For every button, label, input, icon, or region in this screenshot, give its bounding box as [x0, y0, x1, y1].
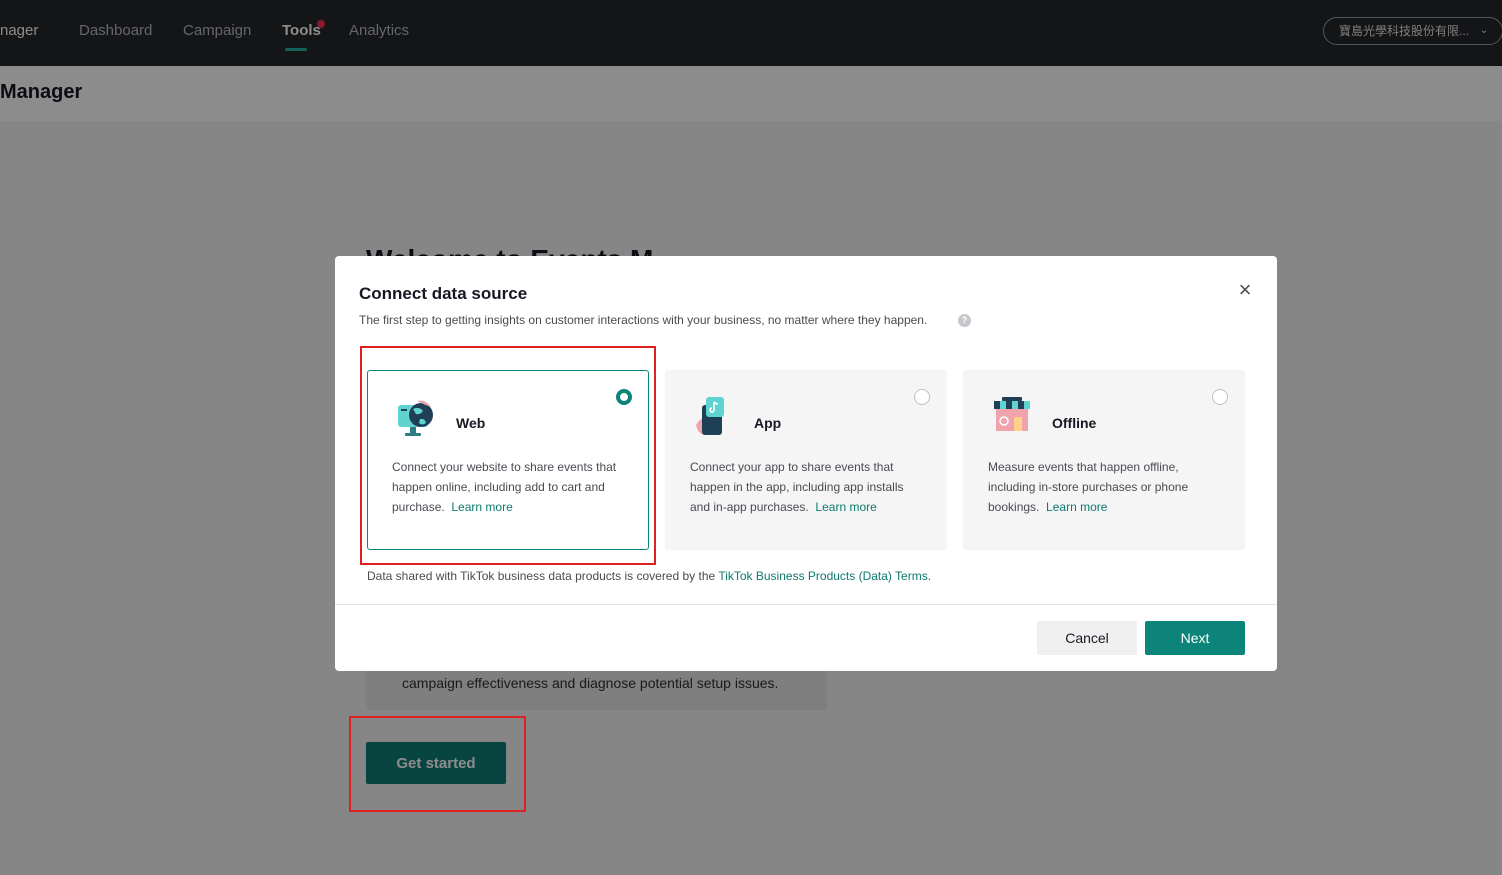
- source-card-app-learn-more-link[interactable]: Learn more: [815, 500, 876, 514]
- source-card-app[interactable]: App Connect your app to share events tha…: [665, 370, 947, 550]
- help-icon[interactable]: ?: [958, 314, 971, 327]
- source-card-web-label: Web: [456, 415, 486, 431]
- close-icon[interactable]: ×: [1235, 279, 1255, 301]
- dialog-title: Connect data source: [359, 284, 528, 303]
- source-card-web-description: Connect your website to share events tha…: [392, 457, 628, 517]
- source-card-app-label: App: [754, 415, 782, 431]
- source-card-web-learn-more-link[interactable]: Learn more: [451, 500, 512, 514]
- terms-suffix: .: [927, 569, 932, 583]
- cancel-button[interactable]: Cancel: [1037, 621, 1137, 655]
- connect-data-source-dialog: Connect data source The first step to ge…: [335, 256, 1277, 671]
- source-card-offline-radio[interactable]: [1212, 389, 1228, 405]
- dialog-footer-divider: [335, 604, 1277, 605]
- web-monitor-icon: [398, 400, 433, 436]
- dialog-subtitle: The first step to getting insights on cu…: [359, 313, 928, 327]
- source-card-app-radio[interactable]: [914, 389, 930, 405]
- store-icon: [994, 397, 1030, 431]
- data-terms-notice: Data shared with TikTok business data pr…: [367, 569, 931, 583]
- app-phone-icon: [696, 397, 724, 435]
- source-card-web[interactable]: Web Connect your website to share events…: [367, 370, 649, 550]
- source-card-web-radio[interactable]: [616, 389, 632, 405]
- source-card-app-description: Connect your app to share events that ha…: [690, 457, 926, 517]
- source-card-offline-learn-more-link[interactable]: Learn more: [1046, 500, 1107, 514]
- source-card-offline-label: Offline: [1052, 415, 1097, 431]
- terms-link[interactable]: TikTok Business Products (Data) Terms: [718, 569, 927, 583]
- source-card-offline-description: Measure events that happen offline, incl…: [988, 457, 1224, 517]
- next-button[interactable]: Next: [1145, 621, 1245, 655]
- terms-prefix: Data shared with TikTok business data pr…: [367, 569, 716, 583]
- source-card-offline[interactable]: Offline Measure events that happen offli…: [963, 370, 1245, 550]
